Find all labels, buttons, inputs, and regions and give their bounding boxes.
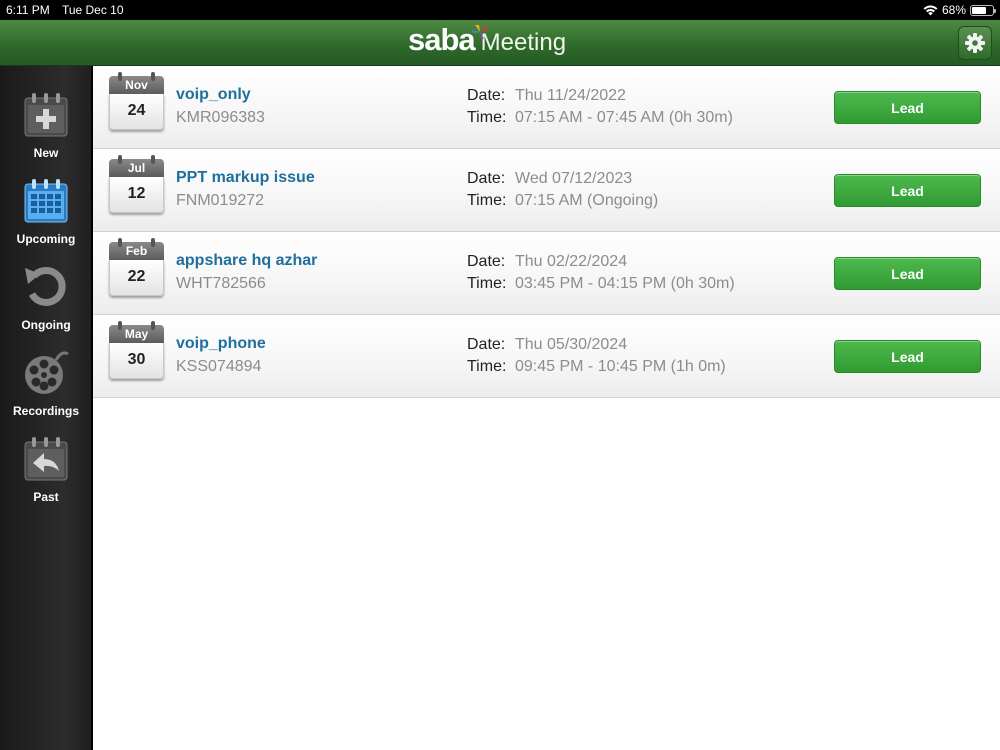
- time-value: 09:45 PM - 10:45 PM (1h 0m): [515, 358, 726, 375]
- sidebar-item-recordings[interactable]: Recordings: [0, 348, 92, 434]
- calendar-day: 22: [109, 260, 164, 296]
- status-time: 6:11 PM: [6, 3, 50, 17]
- sidebar-item-new[interactable]: New: [0, 90, 92, 176]
- battery-percent: 68%: [941, 3, 966, 17]
- calendar-date-icon: May 30: [109, 321, 164, 379]
- app-logo: saba Meeting: [408, 22, 566, 66]
- lead-button[interactable]: Lead: [834, 257, 981, 290]
- sidebar-item-upcoming[interactable]: Upcoming: [0, 176, 92, 262]
- status-date: Tue Dec 10: [61, 3, 124, 17]
- meeting-row[interactable]: Feb 22 appshare hq azhar WHT782566 Date:…: [93, 232, 1000, 315]
- time-label: Time:: [467, 192, 507, 209]
- calendar-add-icon: [24, 93, 68, 137]
- calendar-date-icon: Jul 12: [109, 155, 164, 213]
- calendar-day: 24: [109, 94, 164, 130]
- wifi-icon: [923, 5, 938, 16]
- meeting-title[interactable]: voip_phone: [176, 335, 266, 353]
- sidebar-item-label: New: [33, 146, 59, 160]
- time-value: 07:15 AM (Ongoing): [515, 192, 659, 209]
- lead-button[interactable]: Lead: [834, 340, 981, 373]
- sidebar-item-label: Upcoming: [16, 232, 76, 246]
- date-label: Date:: [467, 170, 506, 187]
- time-label: Time:: [467, 358, 507, 375]
- app-header: saba Meeting: [0, 20, 1000, 66]
- sidebar-item-label: Recordings: [12, 404, 79, 418]
- calendar-back-icon: [24, 437, 68, 481]
- calendar-date-icon: Feb 22: [109, 238, 164, 296]
- sidebar-item-past[interactable]: Past: [0, 434, 92, 520]
- meeting-code: KMR096383: [176, 109, 265, 126]
- meeting-title[interactable]: voip_only: [176, 86, 251, 104]
- time-label: Time:: [467, 275, 507, 292]
- date-label: Date:: [467, 253, 506, 270]
- sidebar-item-label: Past: [33, 490, 59, 504]
- settings-button[interactable]: [958, 26, 992, 60]
- sidebar-item-ongoing[interactable]: Ongoing: [0, 262, 92, 348]
- calendar-date-icon: Nov 24: [109, 72, 164, 130]
- calendar-grid-icon: [24, 179, 68, 223]
- meeting-title[interactable]: PPT markup issue: [176, 169, 315, 187]
- date-value: Thu 02/22/2024: [515, 253, 628, 270]
- time-label: Time:: [467, 109, 507, 126]
- lead-button[interactable]: Lead: [834, 174, 981, 207]
- battery-icon: [970, 4, 996, 16]
- meeting-row[interactable]: Nov 24 voip_only KMR096383 Date: Thu 11/…: [93, 66, 1000, 149]
- meeting-row[interactable]: May 30 voip_phone KSS074894 Date: Thu 05…: [93, 315, 1000, 398]
- calendar-day: 12: [109, 177, 164, 213]
- date-value: Wed 07/12/2023: [515, 170, 633, 187]
- logo-meeting: Meeting: [480, 29, 567, 56]
- calendar-day: 30: [109, 343, 164, 379]
- meeting-list: Nov 24 voip_only KMR096383 Date: Thu 11/…: [93, 66, 1000, 750]
- lead-button[interactable]: Lead: [834, 91, 981, 124]
- date-value: Thu 11/24/2022: [515, 87, 626, 104]
- sidebar-item-label: Ongoing: [21, 318, 71, 332]
- date-label: Date:: [467, 336, 506, 353]
- meeting-title[interactable]: appshare hq azhar: [176, 252, 317, 270]
- meeting-code: FNM019272: [176, 192, 265, 209]
- sidebar: New Upcoming Ongoing Recordings Past: [0, 66, 92, 750]
- refresh-arrow-icon: [25, 266, 66, 306]
- gear-icon: [965, 33, 985, 53]
- status-bar: 6:11 PM Tue Dec 10 68%: [0, 0, 1000, 20]
- logo-saba: saba: [408, 22, 476, 57]
- logo-mark-icon: [472, 25, 488, 39]
- meeting-code: KSS074894: [176, 358, 262, 375]
- date-value: Thu 05/30/2024: [515, 336, 628, 353]
- meeting-row[interactable]: Jul 12 PPT markup issue FNM019272 Date: …: [93, 149, 1000, 232]
- meeting-code: WHT782566: [176, 275, 266, 292]
- time-value: 03:45 PM - 04:15 PM (0h 30m): [515, 275, 735, 292]
- film-reel-icon: [25, 351, 69, 394]
- date-label: Date:: [467, 87, 506, 104]
- time-value: 07:15 AM - 07:45 AM (0h 30m): [515, 109, 733, 126]
